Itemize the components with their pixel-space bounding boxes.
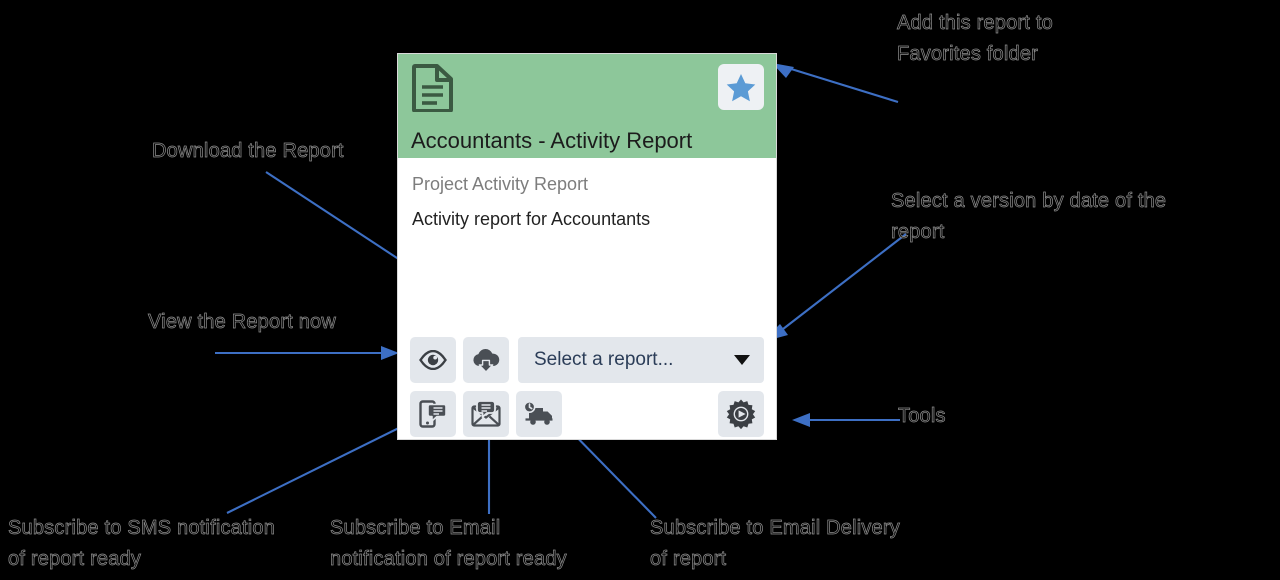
envelope-chat-icon [471,400,501,428]
favorites-button[interactable] [718,64,764,110]
annotated-screenshot: Add this report to Favorites folder Down… [0,0,1280,580]
arrow-to-version-select [762,233,907,342]
arrow-to-view [215,346,399,360]
cloud-download-icon [471,347,501,373]
annotation-download: Download the Report [152,140,344,163]
subscribe-sms-button[interactable] [410,391,456,437]
star-icon [726,73,756,102]
annotation-view: View the Report now [148,311,336,334]
annotation-sms: Subscribe to SMS notification of report … [8,517,276,571]
footer-row-primary: Select a report... [410,337,764,383]
card-footer: Select a report... [398,329,776,439]
card-body: Project Activity Report Activity report … [398,158,776,230]
report-select-value: Select a report... [534,349,674,370]
arrow-to-tools [792,413,900,427]
card-description: Activity report for Accountants [412,209,651,229]
document-icon [412,64,454,112]
footer-row-secondary [410,391,764,437]
card-header: Accountants - Activity Report [398,54,776,158]
annotation-email-notify: Subscribe to Email notification of repor… [330,517,567,571]
arrow-to-favorites [772,63,899,104]
download-report-button[interactable] [463,337,509,383]
annotation-favorites: Add this report to Favorites folder [897,12,1053,66]
annotation-version: Select a version by date of the report [891,190,1167,244]
chevron-down-icon [734,355,750,365]
card-subtitle: Project Activity Report [412,174,589,194]
view-report-button[interactable] [410,337,456,383]
subscribe-email-delivery-button[interactable] [516,391,562,437]
report-card: Accountants - Activity Report Project Ac… [397,53,777,440]
annotation-tools: Tools [898,405,946,428]
report-version-select[interactable]: Select a report... [518,337,764,383]
card-title: Accountants - Activity Report [411,128,693,153]
subscribe-email-notify-button[interactable] [463,391,509,437]
phone-chat-icon [418,399,448,429]
eye-icon [419,350,447,370]
tools-button[interactable] [718,391,764,437]
annotation-email-delivery: Subscribe to Email Delivery of report [650,517,900,571]
truck-clock-icon [523,401,555,427]
gear-play-icon [725,398,757,430]
